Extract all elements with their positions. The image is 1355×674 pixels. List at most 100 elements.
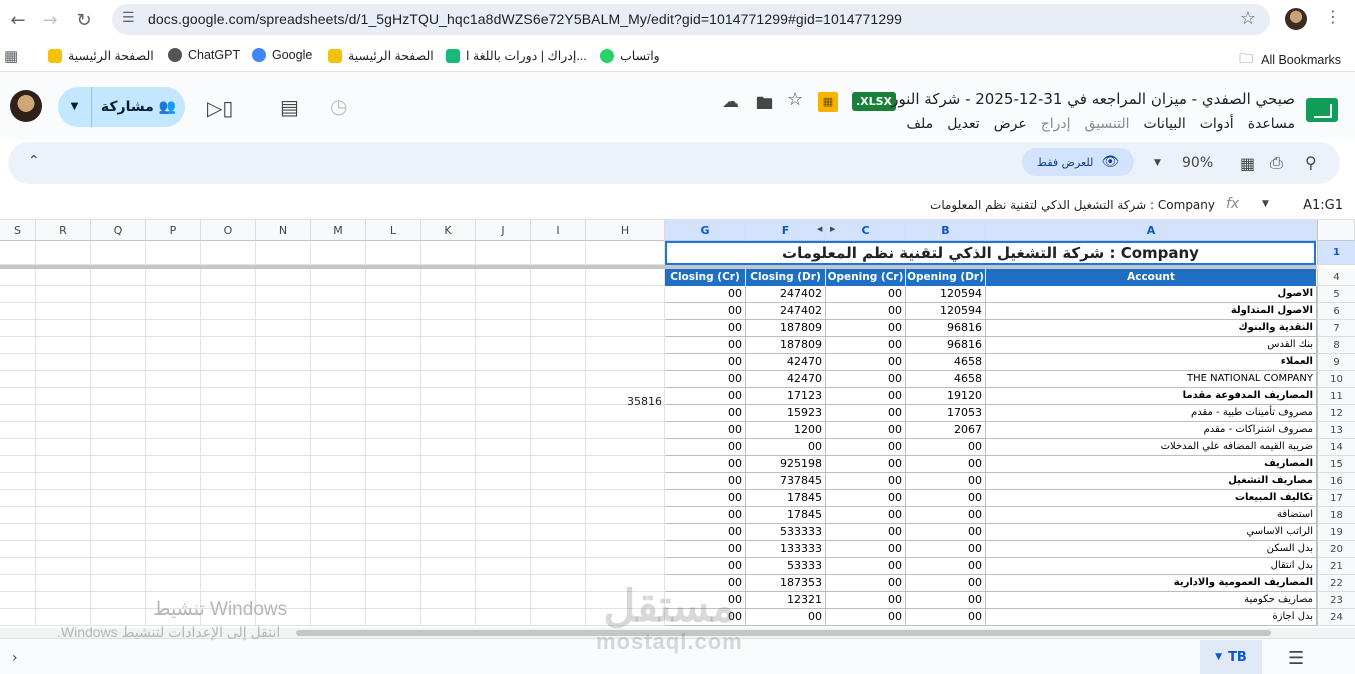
opening-dr-cell[interactable]: 00 <box>906 609 986 626</box>
grid-cell[interactable] <box>146 241 201 265</box>
column-header[interactable]: C <box>826 220 906 241</box>
forward-icon[interactable]: → <box>38 8 62 32</box>
grid-cell[interactable] <box>476 456 531 473</box>
opening-dr-cell[interactable]: 19120 <box>906 388 986 405</box>
grid-cell[interactable] <box>586 524 665 541</box>
grid-cell[interactable] <box>146 575 201 592</box>
profile-avatar[interactable] <box>1285 8 1307 30</box>
grid-cell[interactable] <box>366 592 421 609</box>
grid-cell[interactable] <box>0 405 36 422</box>
grid-cell[interactable] <box>311 439 366 456</box>
sheets-logo-icon[interactable] <box>1306 98 1338 122</box>
grid-cell[interactable] <box>531 241 586 265</box>
grid-cell[interactable] <box>91 541 146 558</box>
cloud-status-icon[interactable]: ☁ <box>722 92 739 112</box>
grid-cell[interactable] <box>311 609 366 626</box>
row-header[interactable]: 10 <box>1317 371 1355 388</box>
grid-cell[interactable] <box>146 490 201 507</box>
row-header[interactable]: 11 <box>1317 388 1355 405</box>
grid-cell[interactable] <box>91 371 146 388</box>
grid-cell[interactable] <box>311 524 366 541</box>
row-header[interactable]: 1 <box>1317 241 1355 265</box>
grid-cell[interactable] <box>421 337 476 354</box>
grid-cell[interactable] <box>0 269 36 286</box>
grid-cell[interactable] <box>36 507 91 524</box>
opening-dr-cell[interactable]: 00 <box>906 439 986 456</box>
opening-dr-cell[interactable]: 120594 <box>906 286 986 303</box>
grid-cell[interactable] <box>0 507 36 524</box>
grid-cell[interactable] <box>586 422 665 439</box>
closing-cr-cell[interactable]: 00 <box>665 541 746 558</box>
account-cell[interactable]: الراتب الاساسي <box>986 524 1317 541</box>
closing-dr-cell[interactable]: 17845 <box>746 490 826 507</box>
scrollbar-thumb[interactable] <box>296 630 1271 636</box>
row-header[interactable]: 22 <box>1317 575 1355 592</box>
site-info-icon[interactable]: ☰ <box>122 10 135 26</box>
closing-dr-cell[interactable]: 00 <box>746 609 826 626</box>
grid-cell[interactable] <box>421 422 476 439</box>
back-icon[interactable]: ← <box>6 8 30 32</box>
opening-cr-cell[interactable]: 00 <box>826 592 906 609</box>
collapse-toolbar-icon[interactable]: ⌃ <box>28 153 40 169</box>
grid-cell[interactable] <box>36 592 91 609</box>
grid-cell[interactable] <box>36 388 91 405</box>
grid-cell[interactable] <box>36 558 91 575</box>
opening-cr-cell[interactable]: 00 <box>826 575 906 592</box>
grid-cell[interactable] <box>36 439 91 456</box>
bookmark-item[interactable]: الصفحة الرئيسية <box>48 48 154 63</box>
closing-cr-cell[interactable]: 00 <box>665 371 746 388</box>
grid-cell[interactable] <box>421 524 476 541</box>
grid-cell[interactable] <box>36 269 91 286</box>
grid-cell[interactable] <box>91 575 146 592</box>
closing-dr-cell[interactable]: 15923 <box>746 405 826 422</box>
grid-cell[interactable] <box>531 524 586 541</box>
closing-cr-cell[interactable]: 00 <box>665 558 746 575</box>
grid-cell[interactable] <box>311 473 366 490</box>
grid-cell[interactable] <box>36 320 91 337</box>
closing-cr-cell[interactable]: 00 <box>665 439 746 456</box>
share-button[interactable]: ▼ مشاركة 👥 <box>58 87 185 127</box>
grid-cell[interactable] <box>201 269 256 286</box>
closing-dr-cell[interactable]: 53333 <box>746 558 826 575</box>
opening-cr-cell[interactable]: 00 <box>826 507 906 524</box>
grid-cell[interactable] <box>531 473 586 490</box>
opening-cr-cell[interactable]: 00 <box>826 303 906 320</box>
grid-cell[interactable] <box>146 541 201 558</box>
grid-cell[interactable] <box>146 456 201 473</box>
grid-cell[interactable] <box>36 422 91 439</box>
grid-cell[interactable] <box>36 490 91 507</box>
grid-cell[interactable] <box>366 388 421 405</box>
grid-cell[interactable] <box>201 371 256 388</box>
grid-cell[interactable] <box>476 405 531 422</box>
grid-cell[interactable] <box>421 473 476 490</box>
grid-cell[interactable] <box>146 371 201 388</box>
row-header[interactable]: 6 <box>1317 303 1355 320</box>
grid-cell[interactable] <box>531 609 586 626</box>
opening-dr-cell[interactable]: 4658 <box>906 371 986 388</box>
comments-icon[interactable]: ▤ <box>280 95 299 119</box>
opening-dr-cell[interactable]: 96816 <box>906 337 986 354</box>
grid-cell[interactable] <box>531 422 586 439</box>
row-header[interactable]: 19 <box>1317 524 1355 541</box>
grid-cell[interactable] <box>586 490 665 507</box>
grid-cell[interactable] <box>146 286 201 303</box>
grid-cell[interactable] <box>0 558 36 575</box>
grid-cell[interactable] <box>531 269 586 286</box>
grid-cell[interactable] <box>146 303 201 320</box>
opening-cr-cell[interactable]: 00 <box>826 337 906 354</box>
opening-cr-cell[interactable]: 00 <box>826 524 906 541</box>
grid-cell[interactable] <box>311 286 366 303</box>
grid-cell[interactable] <box>476 337 531 354</box>
grid-cell[interactable] <box>91 320 146 337</box>
account-cell[interactable]: THE NATIONAL COMPANY <box>986 371 1317 388</box>
closing-cr-cell[interactable]: 00 <box>665 303 746 320</box>
opening-dr-cell[interactable]: 00 <box>906 558 986 575</box>
grid-cell[interactable] <box>91 592 146 609</box>
closing-cr-cell[interactable]: 00 <box>665 473 746 490</box>
grid-cell[interactable] <box>476 490 531 507</box>
grid-cell[interactable] <box>36 337 91 354</box>
hidden-columns-right-icon[interactable]: ▶ <box>830 225 835 233</box>
opening-dr-cell[interactable]: 17053 <box>906 405 986 422</box>
account-cell[interactable]: ضريبة القيمه المضافه علي المدخلات <box>986 439 1317 456</box>
grid-cell[interactable] <box>256 439 311 456</box>
